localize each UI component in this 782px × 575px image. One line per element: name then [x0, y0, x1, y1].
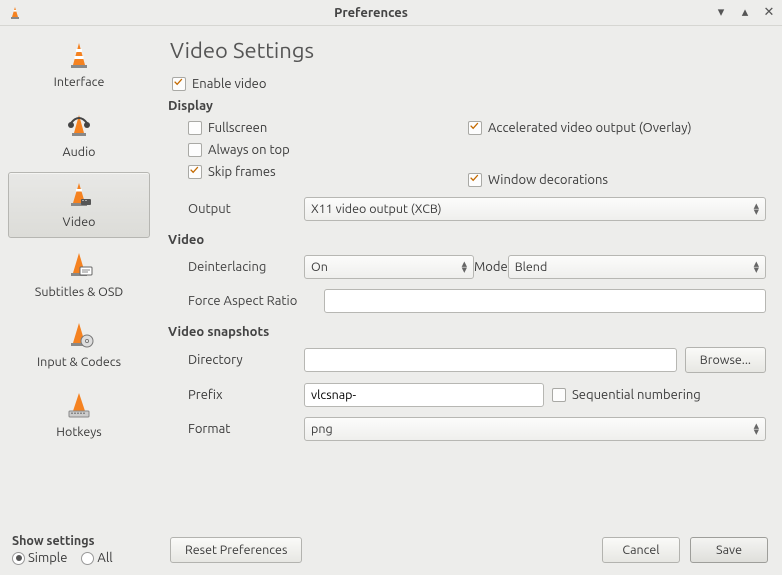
sidebar-item-video[interactable]: Video — [8, 172, 150, 238]
snapshots-section-title: Video snapshots — [168, 325, 766, 339]
keyboard-cone-icon — [63, 389, 95, 421]
enable-video-checkbox[interactable] — [172, 77, 186, 91]
chevron-updown-icon: ▲▼ — [754, 261, 759, 273]
sidebar-item-hotkeys[interactable]: Hotkeys — [8, 382, 150, 448]
mode-label: Mode — [474, 260, 508, 274]
show-settings-all-radio[interactable]: All — [81, 551, 112, 565]
sidebar-label: Audio — [63, 145, 96, 159]
sidebar-label: Interface — [54, 75, 105, 89]
save-button[interactable]: Save — [690, 537, 768, 563]
sequential-numbering-checkbox[interactable] — [552, 388, 566, 402]
prefix-input[interactable] — [304, 383, 544, 407]
accel-output-checkbox[interactable] — [468, 121, 482, 135]
radio-icon — [81, 552, 94, 565]
enable-video-label: Enable video — [192, 77, 266, 91]
mode-value: Blend — [515, 260, 548, 274]
sidebar-item-subtitles-osd[interactable]: Subtitles & OSD — [8, 242, 150, 308]
force-ar-input[interactable] — [324, 289, 766, 313]
main-panel: Video Settings Enable video Display Full… — [158, 26, 782, 534]
reset-preferences-button[interactable]: Reset Preferences — [170, 537, 302, 563]
category-sidebar: Interface Audio Video Subtitles & OSD In… — [0, 26, 158, 534]
window-decorations-label: Window decorations — [488, 173, 608, 187]
headphones-cone-icon — [63, 109, 95, 141]
sidebar-label: Hotkeys — [56, 425, 101, 439]
mode-select[interactable]: Blend ▲▼ — [508, 255, 766, 279]
window-title: Preferences — [28, 6, 714, 20]
maximize-icon[interactable]: ▴ — [738, 5, 752, 20]
sidebar-item-interface[interactable]: Interface — [8, 32, 150, 98]
output-label: Output — [168, 202, 304, 216]
titlebar: Preferences ▾ ▴ ✕ — [0, 0, 782, 26]
sequential-numbering-label: Sequential numbering — [572, 388, 701, 402]
cone-icon — [63, 39, 95, 71]
fullscreen-label: Fullscreen — [208, 121, 267, 135]
deinterlacing-select[interactable]: On ▲▼ — [304, 255, 474, 279]
film-cone-icon — [63, 179, 95, 211]
chevron-updown-icon: ▲▼ — [754, 203, 759, 215]
app-icon — [6, 6, 24, 20]
minimize-icon[interactable]: ▾ — [714, 5, 728, 20]
all-label: All — [97, 551, 112, 565]
page-title: Video Settings — [170, 38, 766, 63]
always-on-top-label: Always on top — [208, 143, 290, 157]
browse-button[interactable]: Browse... — [685, 347, 766, 373]
output-value: X11 video output (XCB) — [311, 202, 442, 216]
disc-cone-icon — [63, 319, 95, 351]
skip-frames-checkbox[interactable] — [188, 165, 202, 179]
format-value: png — [311, 422, 333, 436]
deinterlacing-value: On — [311, 260, 328, 274]
prefix-label: Prefix — [168, 388, 304, 402]
radio-icon — [12, 552, 25, 565]
simple-label: Simple — [28, 551, 67, 565]
deinterlacing-label: Deinterlacing — [168, 260, 304, 274]
output-select[interactable]: X11 video output (XCB) ▲▼ — [304, 197, 766, 221]
close-icon[interactable]: ✕ — [762, 5, 776, 20]
chevron-updown-icon: ▲▼ — [462, 261, 467, 273]
always-on-top-checkbox[interactable] — [188, 143, 202, 157]
show-settings-title: Show settings — [12, 534, 158, 548]
sidebar-label: Video — [63, 215, 96, 229]
format-select[interactable]: png ▲▼ — [304, 417, 766, 441]
sidebar-item-input-codecs[interactable]: Input & Codecs — [8, 312, 150, 378]
directory-label: Directory — [168, 353, 304, 367]
skip-frames-label: Skip frames — [208, 165, 276, 179]
sidebar-label: Input & Codecs — [37, 355, 121, 369]
display-section-title: Display — [168, 99, 766, 113]
sidebar-label: Subtitles & OSD — [35, 285, 123, 299]
format-label: Format — [168, 422, 304, 436]
sidebar-item-audio[interactable]: Audio — [8, 102, 150, 168]
video-section-title: Video — [168, 233, 766, 247]
subtitles-cone-icon — [63, 249, 95, 281]
window-controls: ▾ ▴ ✕ — [714, 5, 776, 20]
fullscreen-checkbox[interactable] — [188, 121, 202, 135]
chevron-updown-icon: ▲▼ — [754, 423, 759, 435]
window-decorations-checkbox[interactable] — [468, 173, 482, 187]
directory-input[interactable] — [304, 348, 677, 372]
cancel-button[interactable]: Cancel — [602, 537, 680, 563]
accel-output-label: Accelerated video output (Overlay) — [488, 121, 692, 135]
force-ar-label: Force Aspect Ratio — [168, 294, 324, 308]
show-settings-simple-radio[interactable]: Simple — [12, 551, 67, 565]
